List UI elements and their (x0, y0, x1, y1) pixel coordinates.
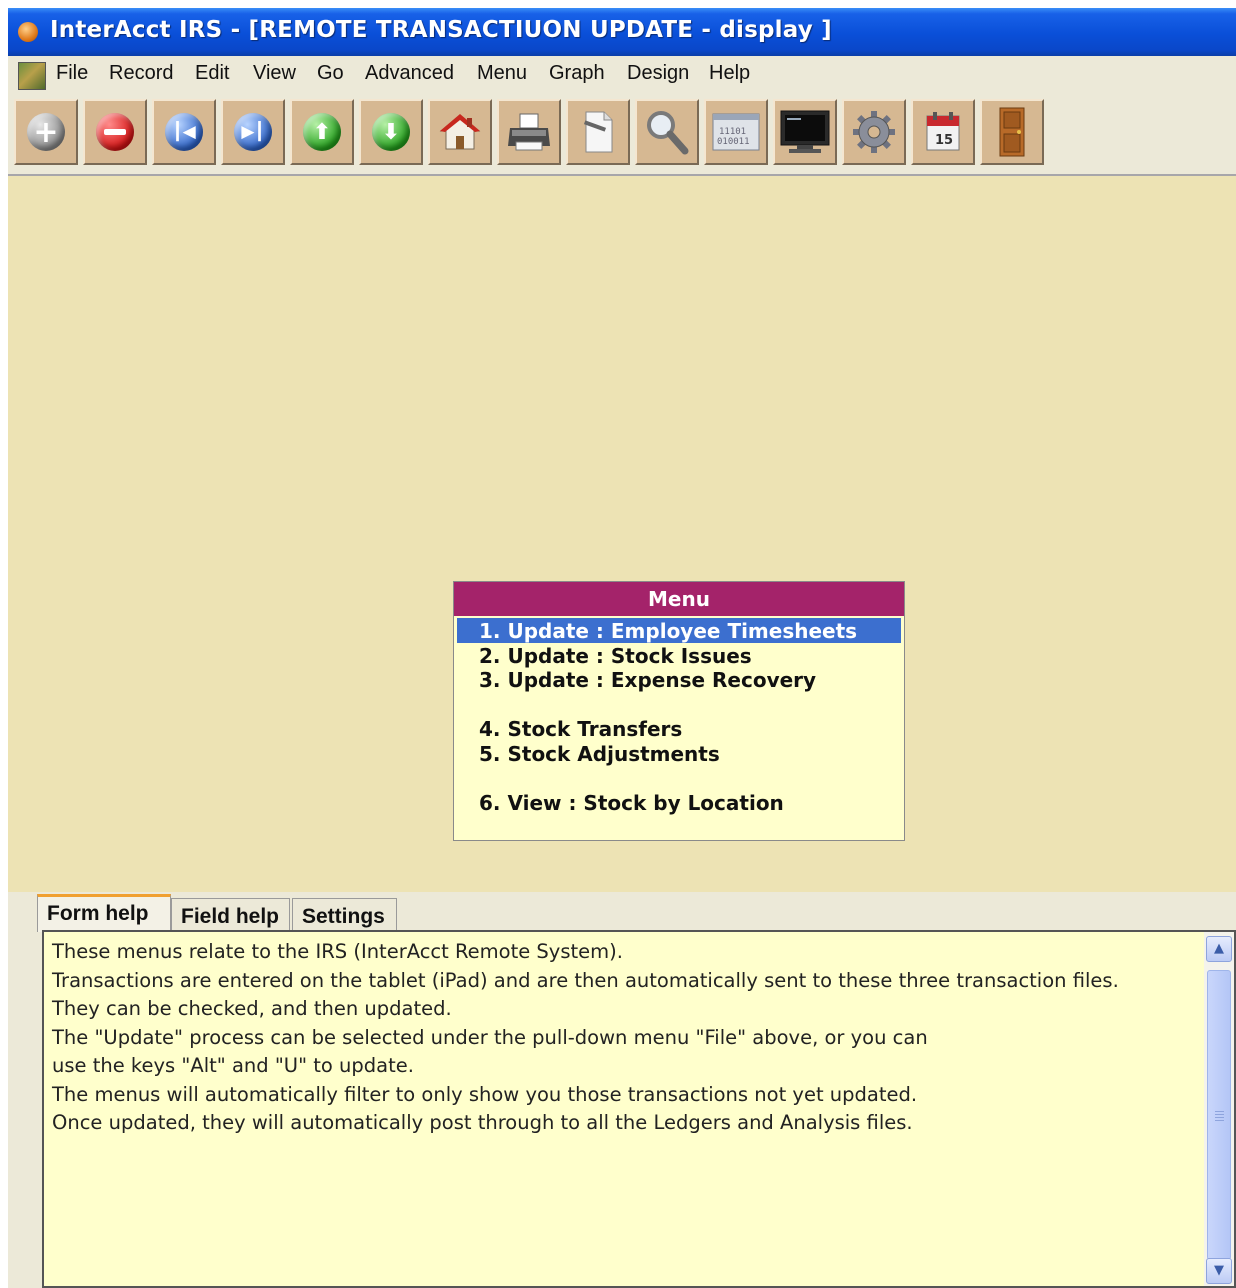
settings-button[interactable] (842, 99, 906, 165)
help-line: use the keys "Alt" and "U" to update. (52, 1054, 414, 1077)
printer-icon (508, 113, 550, 151)
help-line: The menus will automatically filter to o… (52, 1082, 918, 1106)
binary-data-icon: 11101 010011 (712, 113, 760, 151)
last-record-button[interactable]: ▶┃ (221, 99, 285, 165)
menu-title: Menu (454, 582, 904, 616)
search-magnifier-icon (647, 111, 689, 155)
calendar-icon: 15 (926, 112, 960, 151)
menu-option-stock-adjustments[interactable]: 5. Stock Adjustments (479, 742, 720, 766)
window-title: InterAcct IRS - [REMOTE TRANSACTIUON UPD… (50, 17, 832, 43)
exit-button[interactable] (980, 99, 1044, 165)
chevron-up-icon: ▲ (1214, 941, 1224, 956)
tab-form-help[interactable]: Form help (37, 894, 171, 932)
calendar-button[interactable]: 15 (911, 99, 975, 165)
document-icon (583, 111, 613, 153)
workspace: Menu 1. Update : Employee Timesheets 2. … (8, 176, 1236, 892)
menu-view[interactable]: View (253, 62, 296, 85)
data-button[interactable]: 11101 010011 (704, 99, 768, 165)
scrollbar-grip-icon (1215, 1111, 1224, 1123)
first-record-button[interactable]: ┃◀ (152, 99, 216, 165)
menu-edit[interactable]: Edit (195, 62, 229, 85)
search-button[interactable] (635, 99, 699, 165)
next-record-button[interactable]: ⬇ (359, 99, 423, 165)
previous-up-icon: ⬆ (303, 113, 341, 151)
vertical-scrollbar[interactable]: ▲ ▼ (1204, 932, 1234, 1286)
svg-text:11101: 11101 (719, 127, 746, 137)
toolbar: + ┃◀ ▶┃ ⬆ ⬇ 11101 010011 15 (8, 96, 1236, 176)
help-line: Once updated, they will automatically po… (52, 1111, 913, 1134)
help-line: They can be checked, and then updated. (52, 997, 452, 1020)
title-bar[interactable]: InterAcct IRS - [REMOTE TRANSACTIUON UPD… (8, 8, 1236, 56)
menu-option-update-expense-recovery[interactable]: 3. Update : Expense Recovery (479, 668, 816, 692)
home-icon (439, 114, 481, 150)
home-button[interactable] (428, 99, 492, 165)
delete-record-button[interactable] (83, 99, 147, 165)
monitor-icon (780, 110, 830, 153)
app-icon (18, 22, 38, 42)
svg-text:010011: 010011 (717, 137, 750, 147)
scrollbar-thumb[interactable] (1207, 970, 1231, 1260)
menu-menu[interactable]: Menu (477, 62, 527, 85)
menu-option-stock-transfers[interactable]: 4. Stock Transfers (479, 717, 682, 741)
scroll-down-button[interactable]: ▼ (1206, 1258, 1232, 1284)
menu-go[interactable]: Go (317, 62, 344, 85)
remove-icon (96, 113, 134, 151)
help-line: These menus relate to the IRS (InterAcct… (52, 940, 623, 963)
add-icon: + (27, 113, 65, 151)
calendar-day-label: 15 (935, 133, 953, 148)
menu-option-update-stock-issues[interactable]: 2. Update : Stock Issues (479, 644, 752, 668)
gear-icon (853, 111, 895, 153)
application-window: InterAcct IRS - [REMOTE TRANSACTIUON UPD… (8, 8, 1236, 1288)
first-record-icon: ┃◀ (165, 113, 203, 151)
chevron-down-icon: ▼ (1214, 1263, 1224, 1278)
document-button[interactable] (566, 99, 630, 165)
help-line: Transactions are entered on the tablet (… (52, 968, 1119, 992)
previous-record-button[interactable]: ⬆ (290, 99, 354, 165)
menu-option-update-employee-timesheets[interactable]: 1. Update : Employee Timesheets (479, 619, 857, 643)
help-tabs: Form help Field help Settings (8, 892, 1236, 932)
menu-design[interactable]: Design (627, 62, 689, 85)
transaction-menu: Menu 1. Update : Employee Timesheets 2. … (453, 581, 905, 841)
tab-settings[interactable]: Settings (292, 898, 397, 932)
menu-file[interactable]: File (56, 62, 88, 85)
add-record-button[interactable]: + (14, 99, 78, 165)
print-button[interactable] (497, 99, 561, 165)
help-text: These menus relate to the IRS (InterAcct… (52, 938, 1192, 1138)
tab-field-help[interactable]: Field help (171, 898, 290, 932)
next-down-icon: ⬇ (372, 113, 410, 151)
menu-advanced[interactable]: Advanced (365, 62, 454, 85)
menu-bar: File Record Edit View Go Advanced Menu G… (8, 56, 1236, 92)
exit-door-icon (999, 107, 1025, 157)
last-record-icon: ▶┃ (234, 113, 272, 151)
menu-option-view-stock-by-location[interactable]: 6. View : Stock by Location (479, 791, 784, 815)
menu-record[interactable]: Record (109, 62, 173, 85)
menu-graph[interactable]: Graph (549, 62, 605, 85)
menu-help[interactable]: Help (709, 62, 750, 85)
scroll-up-button[interactable]: ▲ (1206, 936, 1232, 962)
form-help-panel[interactable]: These menus relate to the IRS (InterAcct… (42, 930, 1236, 1288)
document-system-icon[interactable] (18, 62, 46, 90)
help-line: The "Update" process can be selected und… (52, 1025, 928, 1049)
monitor-button[interactable] (773, 99, 837, 165)
